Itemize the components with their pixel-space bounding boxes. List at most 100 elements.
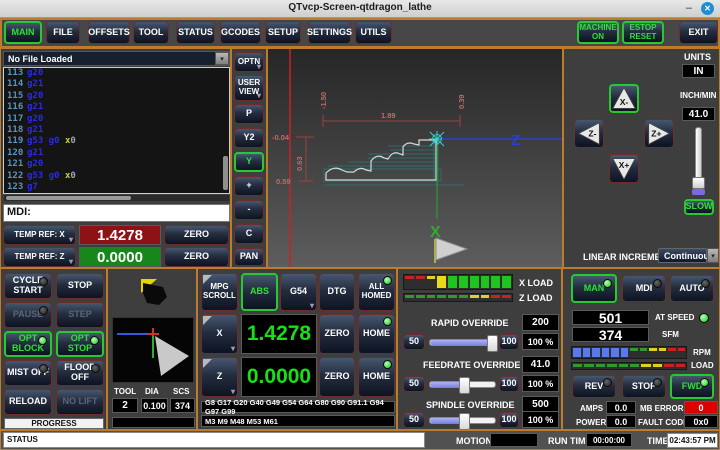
tab-settings[interactable]: SETTINGS <box>308 21 351 44</box>
dim-height-label: 0.63 <box>295 156 304 171</box>
feedrate-slider-handle[interactable] <box>459 377 470 394</box>
horizontal-scrollbar[interactable] <box>4 195 229 201</box>
x-home-led <box>383 317 392 326</box>
main-window: QTvcp-Screen-qtdragon_lathe – ✕ MAIN FIL… <box>0 0 720 450</box>
machine-on-button[interactable]: MACHINE ON <box>577 21 619 44</box>
linear-increment-combo[interactable]: Continuous <box>658 248 707 263</box>
x-zero-button[interactable]: ZERO <box>319 314 355 354</box>
jog-x-minus-button[interactable]: X- <box>609 84 639 113</box>
temp-ref-x-zero-button[interactable]: ZERO <box>164 225 229 245</box>
auto-mode-button[interactable]: AUTO <box>670 275 714 302</box>
no-lift-button[interactable]: NO LIFT <box>56 389 104 415</box>
temp-ref-z-zero-button[interactable]: ZERO <box>164 247 229 267</box>
feedrate-min-button[interactable]: 50 <box>403 376 425 392</box>
jog-rate-value: 41.0 <box>682 107 715 121</box>
vertical-scrollbar[interactable] <box>223 156 228 190</box>
step-button[interactable]: STEP <box>56 302 104 328</box>
all-homed-button[interactable]: ALL HOMED <box>358 273 395 311</box>
tab-offsets[interactable]: OFFSETS <box>88 21 130 44</box>
tool-scs-label: SCS <box>173 387 189 396</box>
tab-setup[interactable]: SETUP <box>265 21 301 44</box>
rapid-slider-handle[interactable] <box>487 335 498 352</box>
feedrate-override-slider[interactable] <box>429 381 496 388</box>
spindle-rpm-display: 501 <box>572 310 649 325</box>
cycle-stop-button[interactable]: STOP <box>56 273 104 299</box>
spindle-fwd-button[interactable]: FWD <box>670 374 714 399</box>
z-dro-display: 0.0000 <box>241 357 317 397</box>
units-value: IN <box>682 64 715 78</box>
tab-gcodes[interactable]: GCODES <box>220 21 261 44</box>
amps-label: AMPS <box>580 404 603 413</box>
jog-x-plus-button[interactable]: X+ <box>609 154 639 183</box>
mdi-mode-button[interactable]: MDI <box>622 275 666 302</box>
view-p-button[interactable]: P <box>234 104 264 124</box>
close-icon[interactable]: ✕ <box>701 2 714 15</box>
tab-file[interactable]: FILE <box>46 21 80 44</box>
rapid-max-button[interactable]: 100 <box>499 334 519 350</box>
opt-stop-button[interactable]: OPT STOP <box>56 331 104 357</box>
view-zoom-out-button[interactable]: - <box>234 200 264 220</box>
pause-button[interactable]: PAUSE <box>4 302 52 328</box>
rapid-override-slider[interactable] <box>429 339 496 346</box>
jog-z-minus-button[interactable]: Z- <box>574 119 604 148</box>
at-speed-led <box>699 313 709 323</box>
file-panel: No File Loaded ▾ 113g20 114g21 115g20 11… <box>0 48 231 268</box>
spindle-slider-handle[interactable] <box>459 413 470 430</box>
triangle-up-icon: X- <box>611 86 637 111</box>
man-mode-button[interactable]: MAN <box>571 274 617 303</box>
view-zoom-in-button[interactable]: + <box>234 176 264 196</box>
feedrate-max-button[interactable]: 100 <box>499 376 519 392</box>
z-axis-select-button[interactable]: Z▾ <box>201 357 238 397</box>
abs-button[interactable]: ABS <box>241 273 278 311</box>
linear-increment-dropdown-icon[interactable]: ▾ <box>707 248 719 263</box>
jog-rate-slider-handle[interactable] <box>692 177 705 189</box>
jog-z-plus-button[interactable]: Z+ <box>644 119 674 148</box>
z-zero-button[interactable]: ZERO <box>319 357 355 397</box>
x-axis-select-button[interactable]: X▾ <box>201 314 238 354</box>
flood-button[interactable]: FLOOD OFF <box>56 360 104 386</box>
temp-ref-z-button[interactable]: TEMP REF: Z▾ <box>3 247 76 267</box>
view-pan-button[interactable]: PAN <box>234 248 264 266</box>
svg-text:Z-: Z- <box>588 129 596 139</box>
opt-block-button[interactable]: OPT BLOCK <box>4 331 52 357</box>
gcode-file-list[interactable]: 113g20 114g21 115g20 116g21 117g20 118g2… <box>3 67 230 194</box>
tab-main[interactable]: MAIN <box>4 21 42 44</box>
spindle-min-button[interactable]: 50 <box>403 412 425 428</box>
tab-tool[interactable]: TOOL <box>133 21 169 44</box>
spindle-stop-button[interactable]: STOP <box>622 375 666 398</box>
minimize-icon[interactable]: – <box>686 2 692 14</box>
spindle-rev-button[interactable]: REV <box>572 375 616 398</box>
file-header[interactable]: No File Loaded ▾ <box>3 51 230 66</box>
mist-button[interactable]: MIST OFF <box>4 360 52 386</box>
slow-button[interactable]: SLOW <box>684 199 714 215</box>
tab-utils[interactable]: UTILS <box>355 21 392 44</box>
tab-status[interactable]: STATUS <box>176 21 215 44</box>
z-home-button[interactable]: HOME <box>358 357 395 397</box>
view-c-button[interactable]: C <box>234 224 264 244</box>
dtg-button[interactable]: DTG <box>319 273 355 311</box>
svg-text:X-: X- <box>620 97 629 107</box>
view-y2-button[interactable]: Y2 <box>234 128 264 148</box>
spindle-panel: MAN MDI AUTO 501 AT SPEED 374 SFM RPM LO… <box>562 268 720 430</box>
cycle-start-button[interactable]: CYCLE START <box>4 273 52 299</box>
g54-button[interactable]: G54▾ <box>280 273 317 311</box>
rapid-min-button[interactable]: 50 <box>403 334 425 350</box>
title-bar: QTvcp-Screen-qtdragon_lathe – ✕ <box>0 0 720 18</box>
mdi-input[interactable]: MDI: <box>3 204 230 222</box>
view-user-view-button[interactable]: USER VIEW▾ <box>234 75 264 101</box>
z-home-led <box>383 360 392 369</box>
reload-button[interactable]: RELOAD <box>4 389 52 415</box>
estop-reset-button[interactable]: ESTOP RESET <box>622 21 664 44</box>
view-y-button[interactable]: Y <box>234 152 264 172</box>
temp-ref-x-button[interactable]: TEMP REF: X▾ <box>3 225 76 245</box>
spindle-override-slider[interactable] <box>429 417 496 424</box>
spindle-load-bar <box>571 362 687 370</box>
spindle-max-button[interactable]: 100 <box>499 412 519 428</box>
exit-button[interactable]: EXIT <box>679 21 718 44</box>
x-home-button[interactable]: HOME <box>358 314 395 354</box>
file-header-dropdown-icon[interactable]: ▾ <box>215 52 229 65</box>
gcode-line: 122g53 g0 x0 <box>4 171 229 182</box>
mpg-scroll-button[interactable]: MPG SCROLL <box>201 273 238 311</box>
gremlin-plot-area[interactable]: 1.89 -1.50 0.39 -0.04 0.63 0.59 <box>267 48 563 268</box>
view-optn-button[interactable]: OPTN▾ <box>234 52 264 72</box>
